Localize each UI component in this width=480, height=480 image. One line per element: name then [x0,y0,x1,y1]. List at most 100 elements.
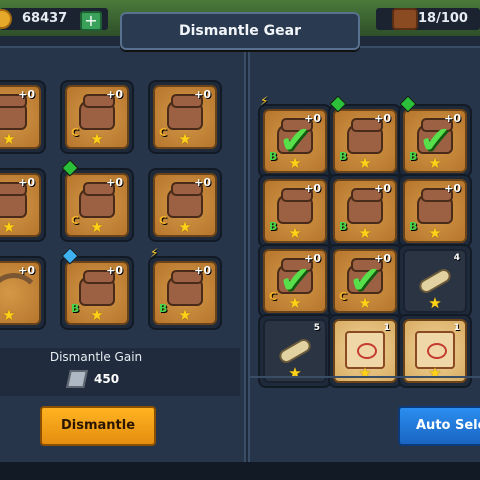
left-slot[interactable]: +0 C ★ [60,80,134,154]
grade-badge: C [71,214,80,227]
dismantle-gain-label: Dismantle Gain [49,350,143,364]
gear-tile: ✔ +0 B ★ [263,109,327,173]
left-slot[interactable]: +0 C ★ [148,168,222,242]
right-slot[interactable]: ✔ +0 C ★ [258,244,332,318]
star-icon: ★ [428,294,442,312]
gear-tile: +0 B ★ [65,261,129,325]
right-slot[interactable]: ✔ +0 B ★ [398,104,472,178]
inventory-value: 18/100 [418,11,468,26]
grade-badge: C [71,126,80,139]
upgrade-level: +0 [444,112,461,125]
star-icon: ★ [178,130,192,148]
upgrade-level: +0 [374,112,391,125]
grade-badge: B [339,220,348,233]
lightning-icon: ⚡ [260,94,269,108]
upgrade-level: +0 [106,88,123,101]
item-count: 1 [453,323,460,333]
glove-icon [167,93,203,130]
gear-tile: 4 ★ [403,249,467,313]
upgrade-level: +0 [304,112,321,125]
upgrade-level: +0 [18,176,35,189]
right-slot[interactable]: +0 B ★ [328,174,402,248]
upgrade-level: +0 [304,182,321,195]
lightning-icon: ⚡ [150,246,159,260]
gear-tile: +0 B ★ [333,109,397,173]
gear-tile: ✔ +0 C ★ [333,249,397,313]
glove-icon [79,93,115,130]
star-icon: ★ [288,364,302,382]
upgrade-level: +0 [444,182,461,195]
star-icon: ★ [178,218,192,236]
left-slot[interactable]: +0 ★ [0,256,46,330]
upgrade-level: +0 [106,264,123,277]
grade-badge: B [409,220,418,233]
upgrade-level: +0 [374,182,391,195]
gear-tile: 5 ★ [263,319,327,383]
gear-tile: +0 C ★ [65,85,129,149]
star-icon: ★ [90,218,104,236]
glove-icon [167,181,203,218]
gear-tile: 1 ★ [333,319,397,383]
star-icon: ★ [358,364,372,382]
gear-tile: +0 ★ [0,85,41,149]
right-slot[interactable]: 4 ★ [398,244,472,318]
glove-icon [347,187,383,224]
star-icon: ★ [2,130,16,148]
left-slot[interactable]: +0 C ★ [60,168,134,242]
left-slot[interactable]: +0 B ★ [148,256,222,330]
gold-value: 68437 [22,11,68,26]
right-slot[interactable]: ✔ +0 B ★ [258,104,332,178]
grade-badge: B [159,302,168,315]
star-icon: ★ [358,294,372,312]
right-slot[interactable]: +0 B ★ [258,174,332,248]
dismantle-gear-screen: 68437 + 18/100 Dismantle Gear +0 ★ +0 C ★ +0 C… [0,0,480,480]
gear-tile: +0 ★ [0,261,41,325]
star-icon: ★ [358,224,372,242]
grade-badge: C [159,126,168,139]
scroll-tube-icon [276,336,314,366]
right-slot[interactable]: +0 B ★ [398,174,472,248]
left-slot[interactable]: +0 ★ [0,168,46,242]
star-icon: ★ [288,294,302,312]
upgrade-level: +0 [304,252,321,265]
gear-tile: 1 ★ [403,319,467,383]
add-gold-button[interactable]: + [80,11,102,31]
grade-badge: B [339,150,348,163]
gear-tile: +0 ★ [0,173,41,237]
left-slot[interactable]: +0 C ★ [148,80,222,154]
upgrade-level: +0 [194,88,211,101]
upgrade-level: +0 [106,176,123,189]
upgrade-level: +0 [18,264,35,277]
gear-tile: +0 B ★ [263,179,327,243]
item-count: 5 [313,323,320,333]
gear-tile: ✔ +0 B ★ [403,109,467,173]
auto-select-button[interactable]: Auto Sele [398,406,480,446]
gear-tile: +0 C ★ [153,173,217,237]
dismantle-gain-box: Dismantle Gain 450 [0,348,240,396]
glove-icon [277,187,313,224]
left-slot[interactable]: +0 ★ [0,80,46,154]
grade-badge: B [269,150,278,163]
page-title: Dismantle Gear [120,12,360,50]
armor-icon [0,93,27,130]
left-slot[interactable]: +0 B ★ [60,256,134,330]
right-slot[interactable]: ✔ +0 C ★ [328,244,402,318]
star-icon: ★ [428,364,442,382]
star-icon: ★ [428,154,442,172]
right-slot[interactable]: +0 B ★ [328,104,402,178]
bottom-bar [0,462,480,480]
divider [250,376,480,378]
grade-badge: C [159,214,168,227]
glove-icon [0,181,27,218]
bag-icon [392,8,418,30]
coin-icon [0,9,12,29]
upgrade-level: +0 [194,176,211,189]
ore-icon [66,370,88,388]
star-icon: ★ [358,154,372,172]
gear-tile: +0 C ★ [65,173,129,237]
upgrade-level: +0 [194,264,211,277]
dismantle-button[interactable]: Dismantle [40,406,156,446]
glove-icon [79,181,115,218]
grade-badge: B [71,302,80,315]
star-icon: ★ [288,154,302,172]
